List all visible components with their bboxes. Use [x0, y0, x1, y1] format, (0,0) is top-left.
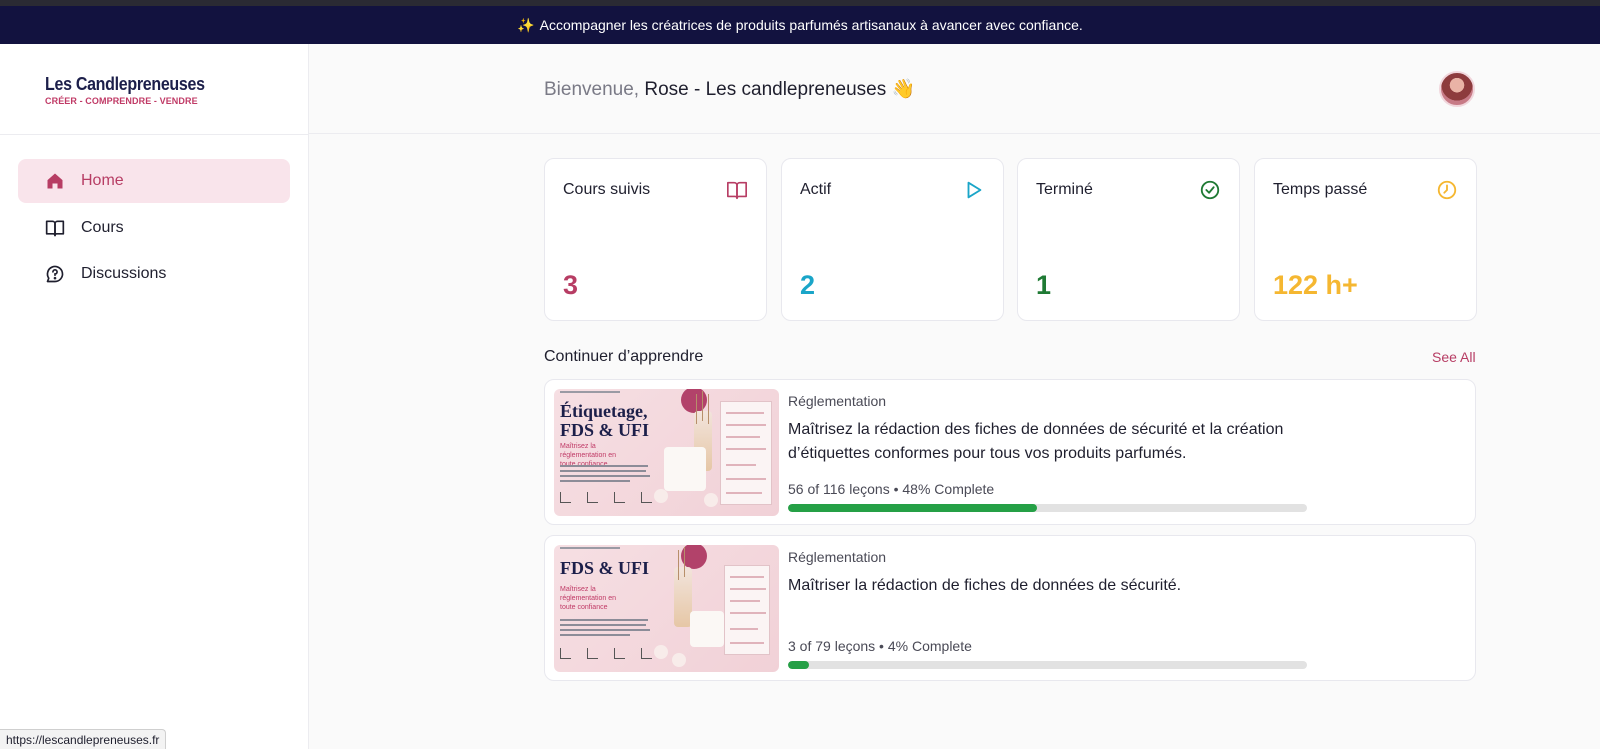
thumbnail-body-line: [560, 470, 646, 472]
stat-label: Cours suivis: [563, 181, 651, 198]
greeting-prefix: Bienvenue,: [544, 79, 640, 100]
thumbnail-flower: [654, 645, 668, 659]
help-circle-icon: [45, 264, 65, 284]
thumbnail-flower: [704, 493, 718, 507]
thumbnail-title: FDS & UFI: [560, 558, 649, 578]
thumbnail-reed: [678, 550, 679, 580]
course-title[interactable]: Maîtrisez la rédaction des fiches de don…: [788, 418, 1308, 466]
course-progress-text: 56 of 116 leçons • 48% Complete: [788, 481, 995, 497]
thumbnail-header-text: [560, 547, 620, 549]
thumbnail-flower: [672, 653, 686, 667]
stat-label: Actif: [800, 181, 832, 198]
status-bar-url: https://lescandlepreneuses.fr: [0, 729, 167, 749]
sidebar-item-label: Home: [81, 172, 124, 189]
course-progress-bar: [788, 661, 1307, 669]
logo-title: Les Candlepreneuses: [45, 75, 205, 95]
book-icon: [45, 218, 65, 238]
course-thumbnail: FDS & UFI Maîtrisez la réglementation en…: [554, 545, 779, 672]
banner-text: Accompagner les créatrices de produits p…: [539, 17, 1083, 33]
thumbnail-icon-row: [560, 492, 652, 504]
sidebar-item-label: Cours: [81, 219, 124, 236]
stat-value: 1: [1036, 270, 1052, 300]
stat-card-active: Actif 2: [781, 158, 1004, 321]
stat-value: 122 h+: [1273, 270, 1358, 300]
course-progress-fill: [788, 504, 1038, 512]
course-title[interactable]: Maîtriser la rédaction de fiches de donn…: [788, 574, 1308, 598]
course-thumbnail: Étiquetage, FDS & UFI Maîtrisez la réglem…: [554, 389, 779, 516]
thumbnail-subtitle: Maîtrisez la réglementation en toute con…: [560, 586, 617, 611]
sidebar: Les Candlepreneuses CRÉER - COMPRENDRE -…: [0, 44, 309, 749]
thumbnail-candle: [664, 447, 706, 491]
welcome-greeting: Bienvenue, Rose - Les candlepreneuses 👋: [544, 77, 915, 101]
check-circle-icon: [1200, 180, 1220, 200]
stat-value: 3: [563, 270, 579, 300]
continue-learning-title: Continuer d’apprendre: [544, 348, 704, 365]
user-name: Rose - Les candlepreneuses: [644, 79, 887, 100]
thumbnail-badge: [681, 389, 707, 413]
thumbnail-flower: [654, 489, 668, 503]
wave-icon: 👋: [891, 79, 916, 100]
course-category: Réglementation: [788, 549, 887, 565]
thumbnail-icon-row: [560, 648, 652, 660]
sidebar-item-label: Discussions: [81, 265, 167, 282]
stat-card-courses-followed: Cours suivis 3: [544, 158, 767, 321]
thumbnail-body-line: [560, 624, 646, 626]
course-progress-text: 3 of 79 leçons • 4% Complete: [788, 638, 972, 654]
thumbnail-header-text: [560, 391, 620, 393]
play-icon: [967, 181, 982, 199]
thumbnail-candle: [690, 611, 724, 647]
stat-card-completed: Terminé 1: [1017, 158, 1240, 321]
stat-card-time-spent: Temps passé 122 h+: [1254, 158, 1477, 321]
main-content: Bienvenue, Rose - Les candlepreneuses 👋 …: [309, 44, 1600, 749]
clock-icon: [1437, 180, 1457, 200]
stat-value: 2: [800, 270, 816, 300]
home-icon: [45, 171, 65, 191]
avatar[interactable]: [1439, 71, 1475, 107]
logo[interactable]: Les Candlepreneuses CRÉER - COMPRENDRE -…: [45, 75, 205, 106]
thumbnail-reed: [684, 547, 685, 577]
thumbnail-body-line: [560, 465, 648, 467]
thumbnail-body-line: [560, 480, 630, 482]
sidebar-item-discussions[interactable]: Discussions: [18, 252, 290, 296]
thumbnail-document: [724, 565, 770, 655]
thumbnail-reed: [696, 394, 697, 424]
announcement-banner: ✨ Accompagner les créatrices de produits…: [0, 6, 1600, 44]
course-progress-fill: [788, 661, 809, 669]
course-card[interactable]: FDS & UFI Maîtrisez la réglementation en…: [544, 535, 1476, 681]
course-card[interactable]: Étiquetage, FDS & UFI Maîtrisez la réglem…: [544, 379, 1476, 525]
sidebar-item-cours[interactable]: Cours: [18, 206, 290, 250]
see-all-link[interactable]: See All: [1432, 349, 1476, 365]
sparkles-icon: ✨: [517, 16, 535, 33]
header: Bienvenue, Rose - Les candlepreneuses 👋: [309, 44, 1600, 134]
course-progress-bar: [788, 504, 1307, 512]
logo-tagline: CRÉER - COMPRENDRE - VENDRE: [45, 96, 198, 106]
thumbnail-body-line: [560, 475, 650, 477]
book-open-icon: [727, 181, 747, 200]
stat-label: Temps passé: [1273, 181, 1368, 198]
sidebar-item-home[interactable]: Home: [18, 159, 290, 203]
thumbnail-body-line: [560, 634, 630, 636]
thumbnail-document: [720, 401, 772, 505]
thumbnail-body-line: [560, 619, 648, 621]
thumbnail-title: Étiquetage, FDS & UFI: [560, 401, 649, 440]
thumbnail-body-line: [560, 629, 650, 631]
sidebar-divider: [0, 134, 309, 135]
course-category: Réglementation: [788, 393, 887, 409]
thumbnail-reed: [708, 394, 709, 424]
thumbnail-reed: [702, 391, 703, 421]
stat-label: Terminé: [1036, 181, 1093, 198]
